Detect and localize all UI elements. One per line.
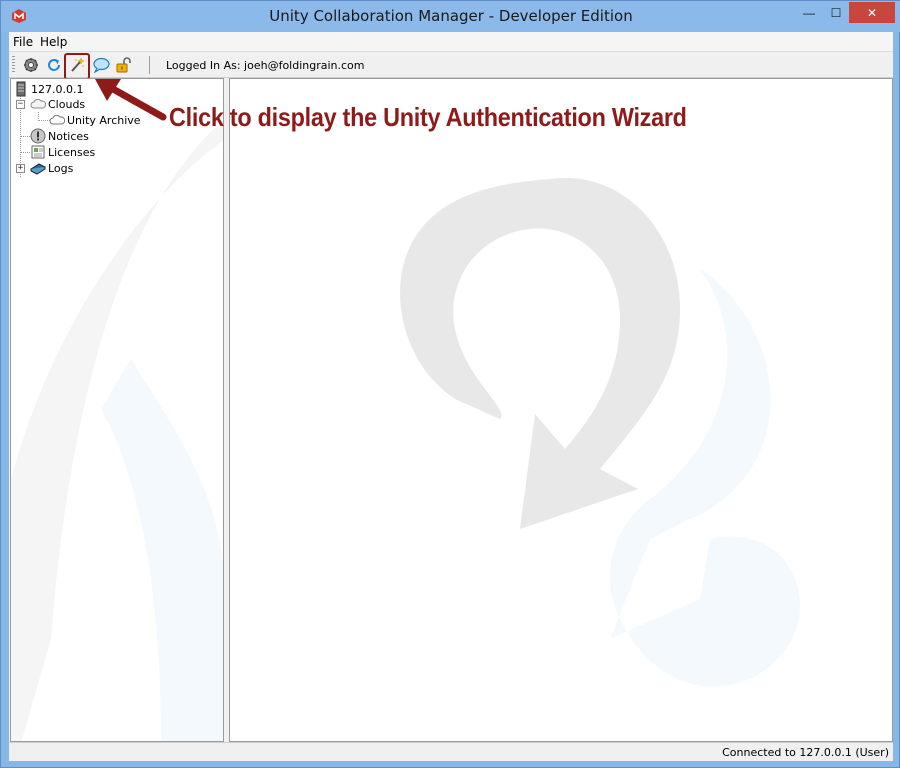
license-icon bbox=[30, 144, 46, 160]
toolbar-grip[interactable] bbox=[12, 56, 15, 74]
messages-button[interactable] bbox=[91, 55, 111, 75]
tree-node-label: Licenses bbox=[48, 145, 96, 159]
annotation-arrow-icon bbox=[95, 79, 167, 121]
menu-file[interactable]: File bbox=[13, 35, 33, 49]
refresh-icon bbox=[48, 59, 60, 71]
tree-node-label: Clouds bbox=[48, 97, 86, 111]
clouds-icon bbox=[30, 96, 46, 112]
speech-bubble-icon bbox=[92, 57, 110, 73]
tree-node-clouds[interactable]: Clouds bbox=[30, 96, 85, 112]
toolbar-separator bbox=[149, 56, 150, 74]
refresh-button[interactable] bbox=[44, 55, 64, 75]
tree-node-server[interactable]: 127.0.0.1 bbox=[13, 81, 83, 97]
lock-button[interactable] bbox=[113, 55, 133, 75]
logged-in-label: Logged In As: joeh@foldingrain.com bbox=[166, 59, 365, 72]
menu-help[interactable]: Help bbox=[40, 35, 67, 49]
maximize-button[interactable]: ☐ bbox=[823, 2, 849, 23]
status-bar: Connected to 127.0.0.1 (User) bbox=[9, 742, 893, 761]
tree-node-label: Notices bbox=[48, 129, 89, 143]
client-area: File Help Logged In As: joeh@foldingrain… bbox=[9, 32, 893, 761]
settings-gear-icon bbox=[24, 58, 38, 72]
watermark-art bbox=[11, 120, 223, 741]
unity-logo-watermark-icon bbox=[400, 177, 800, 687]
app-window: Unity Collaboration Manager - Developer … bbox=[0, 0, 900, 768]
toolbar: Logged In As: joeh@foldingrain.com bbox=[9, 51, 893, 80]
minimize-button[interactable]: — bbox=[795, 2, 823, 23]
log-book-icon bbox=[30, 160, 46, 176]
tree-node-notices[interactable]: Notices bbox=[30, 128, 89, 144]
tree-node-logs[interactable]: Logs bbox=[30, 160, 73, 176]
main-content-panel bbox=[229, 78, 893, 742]
connection-status: Connected to 127.0.0.1 (User) bbox=[722, 746, 889, 759]
collapse-clouds-toggle[interactable]: − bbox=[16, 100, 25, 109]
close-button[interactable]: ✕ bbox=[849, 2, 895, 23]
magic-wand-icon bbox=[71, 57, 85, 72]
tree-node-label: 127.0.0.1 bbox=[31, 82, 84, 96]
tree-node-licenses[interactable]: Licenses bbox=[30, 144, 95, 160]
title-bar[interactable]: Unity Collaboration Manager - Developer … bbox=[1, 1, 900, 32]
authentication-wizard-button[interactable] bbox=[67, 55, 87, 75]
cloud-icon bbox=[49, 112, 65, 128]
window-title: Unity Collaboration Manager - Developer … bbox=[269, 7, 633, 25]
notice-icon bbox=[30, 128, 46, 144]
server-icon bbox=[13, 81, 29, 97]
tree-view-panel[interactable]: 127.0.0.1 − Clouds Unity Archive Notices… bbox=[10, 78, 224, 742]
expand-logs-toggle[interactable]: + bbox=[16, 164, 25, 173]
tree-line bbox=[20, 152, 30, 153]
tree-node-label: Logs bbox=[48, 161, 74, 175]
settings-button[interactable] bbox=[21, 55, 41, 75]
menu-bar: File Help bbox=[9, 32, 893, 51]
tree-line bbox=[20, 136, 30, 137]
annotation-callout: Click to display the Unity Authenticatio… bbox=[169, 102, 687, 132]
padlock-icon bbox=[116, 57, 131, 73]
